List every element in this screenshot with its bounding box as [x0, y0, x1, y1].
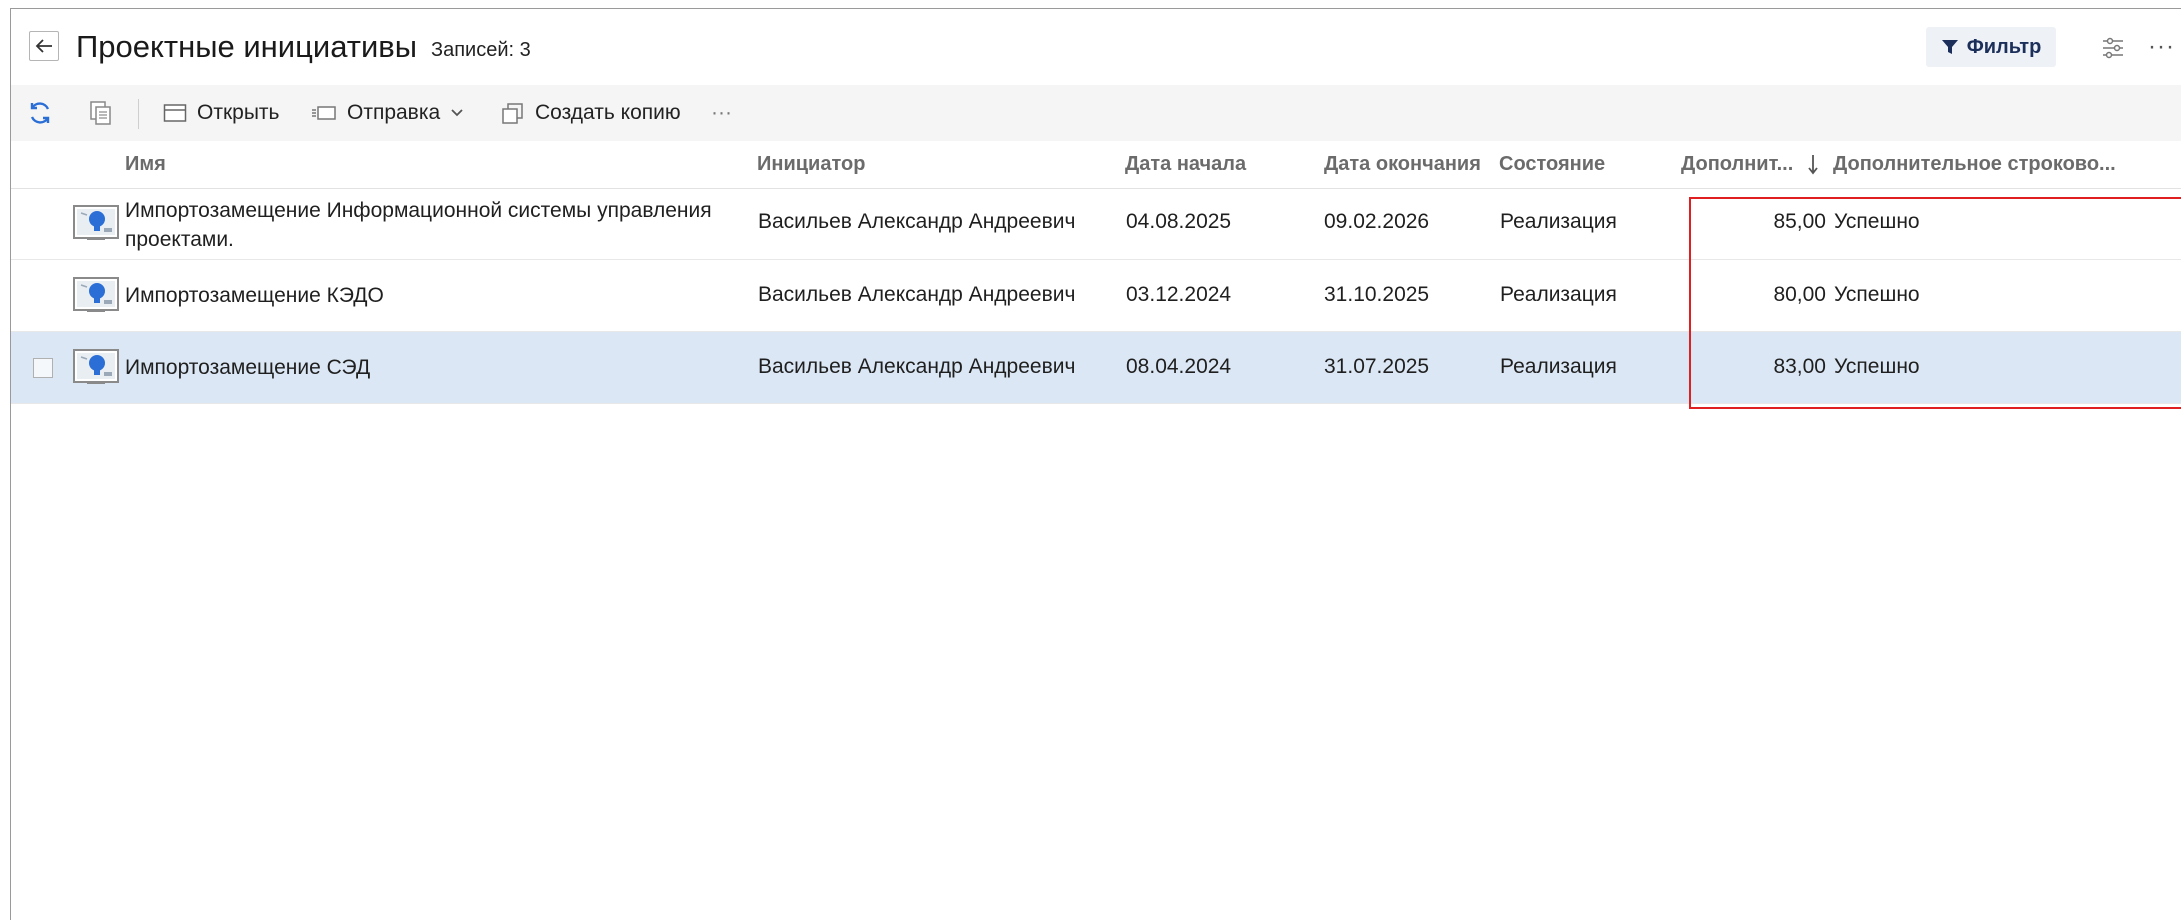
row-initiator: Васильев Александр Андреевич: [758, 210, 1076, 233]
row-extra-string: Успешно: [1834, 210, 1920, 233]
filter-icon: [1941, 40, 1958, 54]
row-extra-string: Успешно: [1834, 355, 1920, 378]
row-extra-string: Успешно: [1834, 283, 1920, 306]
row-state: Реализация: [1500, 283, 1617, 306]
chevron-down-icon: [451, 109, 463, 117]
row-state: Реализация: [1500, 210, 1617, 233]
settings-sliders-icon[interactable]: [2101, 36, 2125, 60]
row-end-date: 09.02.2026: [1324, 210, 1430, 233]
create-copy-button[interactable]: Создать копию: [501, 85, 681, 141]
create-copy-label: Создать копию: [535, 101, 681, 124]
row-start-date: 04.08.2025: [1126, 210, 1232, 233]
send-dropdown[interactable]: Отправка: [311, 85, 464, 141]
col-header-extra-number[interactable]: Дополнит...: [1681, 153, 1793, 176]
filter-label: Фильтр: [1966, 35, 2042, 58]
project-initiative-icon: [73, 349, 119, 384]
toolbar-more-button[interactable]: ···: [711, 85, 732, 141]
filter-button[interactable]: Фильтр: [1926, 27, 2056, 67]
row-name: Импортозамещение Информационной системы …: [125, 199, 712, 251]
row-extra-number: 85,00: [1773, 210, 1826, 233]
col-header-end-date[interactable]: Дата окончания: [1324, 153, 1481, 176]
refresh-button[interactable]: [27, 85, 53, 141]
refresh-icon: [30, 102, 50, 124]
table-row-selected[interactable]: Импортозамещение СЭД Васильев Александр …: [11, 332, 2181, 404]
col-header-initiator[interactable]: Инициатор: [757, 153, 865, 176]
row-name: Импортозамещение СЭД: [125, 356, 371, 379]
record-count: Записей: 3: [431, 39, 531, 61]
row-end-date: 31.07.2025: [1324, 355, 1430, 378]
row-start-date: 03.12.2024: [1126, 283, 1232, 306]
table-row[interactable]: Импортозамещение Информационной системы …: [11, 188, 2181, 260]
project-initiative-icon: [73, 277, 119, 312]
send-label: Отправка: [347, 101, 441, 124]
row-name: Импортозамещение КЭДО: [125, 284, 384, 307]
row-initiator: Васильев Александр Андреевич: [758, 355, 1076, 378]
card-icon: [163, 104, 187, 122]
table-row[interactable]: Импортозамещение КЭДО Васильев Александр…: [11, 260, 2181, 332]
row-extra-number: 83,00: [1773, 355, 1826, 378]
toolbar-separator: [138, 99, 139, 129]
row-start-date: 08.04.2024: [1126, 355, 1232, 378]
col-header-state[interactable]: Состояние: [1499, 153, 1605, 176]
page-header: Проектные инициативы Записей: 3 Фильтр ·…: [11, 9, 2181, 86]
back-button[interactable]: [29, 31, 59, 61]
grid-panel: Проектные инициативы Записей: 3 Фильтр ·…: [10, 8, 2181, 920]
copy-icon: [502, 103, 523, 124]
row-initiator: Васильев Александр Андреевич: [758, 283, 1076, 306]
row-checkbox[interactable]: [33, 358, 53, 378]
sort-desc-icon[interactable]: [1806, 153, 1820, 175]
column-header-row: Имя Инициатор Дата начала Дата окончания…: [11, 141, 2181, 189]
open-label: Открыть: [197, 101, 280, 124]
arrow-left-icon: [35, 39, 52, 53]
documents-icon: [90, 101, 111, 125]
open-button[interactable]: Открыть: [163, 85, 279, 141]
send-icon: [312, 106, 336, 120]
toolbar: Открыть Отправка Создать копию ···: [11, 85, 2181, 141]
page-title: Проектные инициативы: [76, 29, 418, 64]
row-state: Реализация: [1500, 355, 1617, 378]
col-header-extra-string[interactable]: Дополнительное строково...: [1833, 153, 2116, 176]
header-more-button[interactable]: ···: [2148, 33, 2175, 61]
copy-list-button[interactable]: [89, 85, 113, 141]
row-extra-number: 80,00: [1773, 283, 1826, 306]
project-initiative-icon: [73, 205, 119, 240]
row-end-date: 31.10.2025: [1324, 283, 1430, 306]
col-header-start-date[interactable]: Дата начала: [1125, 153, 1246, 176]
col-header-name[interactable]: Имя: [125, 153, 166, 176]
